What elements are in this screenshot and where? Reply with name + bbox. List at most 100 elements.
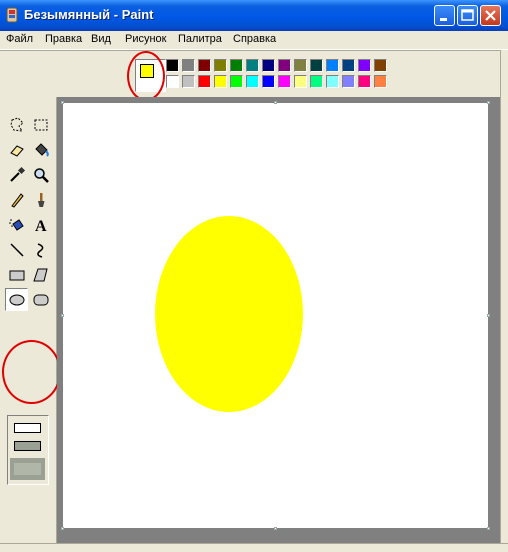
palette-swatch[interactable] bbox=[294, 75, 307, 88]
drawing-workspace bbox=[57, 97, 500, 543]
tool-select[interactable] bbox=[29, 113, 52, 136]
palette-swatch[interactable] bbox=[310, 75, 323, 88]
window-title: Безымянный - Paint bbox=[24, 7, 154, 22]
resize-handle[interactable] bbox=[487, 527, 490, 530]
eraser-icon bbox=[9, 144, 24, 157]
tool-pick-color[interactable] bbox=[5, 163, 28, 186]
palette-swatch[interactable] bbox=[358, 75, 371, 88]
tool-free-select[interactable] bbox=[5, 113, 28, 136]
palette-swatch[interactable] bbox=[198, 59, 211, 72]
tool-airbrush[interactable] bbox=[5, 213, 28, 236]
palette-swatch[interactable] bbox=[214, 75, 227, 88]
resize-handle[interactable] bbox=[487, 101, 490, 104]
fill-only-icon bbox=[14, 463, 41, 475]
palette-swatch[interactable] bbox=[310, 59, 323, 72]
window-right-edge bbox=[500, 50, 508, 543]
palette-swatch[interactable] bbox=[166, 75, 179, 88]
ellipse-icon bbox=[9, 294, 24, 305]
maximize-button[interactable] bbox=[457, 5, 478, 26]
option-outline-only[interactable] bbox=[13, 421, 42, 434]
minimize-icon bbox=[440, 18, 447, 21]
resize-handle[interactable] bbox=[61, 314, 64, 317]
outline-only-icon bbox=[14, 422, 41, 433]
tool-text[interactable]: A bbox=[29, 213, 52, 236]
paint-app-icon bbox=[6, 7, 18, 23]
menu-bar: Файл Правка Вид Рисунок Палитра Справка bbox=[0, 31, 508, 50]
curve-icon bbox=[36, 242, 43, 258]
palette-swatch[interactable] bbox=[358, 59, 371, 72]
resize-handle[interactable] bbox=[274, 101, 277, 104]
free-select-icon bbox=[9, 116, 24, 132]
tool-pencil[interactable] bbox=[5, 188, 28, 211]
drawing-canvas[interactable] bbox=[63, 103, 488, 528]
airbrush-icon bbox=[8, 218, 24, 231]
eyedropper-icon bbox=[9, 166, 25, 182]
palette-swatch[interactable] bbox=[326, 75, 339, 88]
fill-style-options bbox=[7, 415, 49, 485]
tool-curve[interactable] bbox=[29, 238, 52, 261]
polygon-icon bbox=[32, 268, 48, 281]
svg-text:A: A bbox=[35, 218, 47, 234]
minimize-button[interactable] bbox=[434, 5, 455, 26]
tool-fill[interactable] bbox=[29, 138, 52, 161]
option-fill-only[interactable] bbox=[10, 458, 45, 480]
menu-help[interactable]: Справка bbox=[233, 33, 276, 45]
palette-swatch[interactable] bbox=[214, 59, 227, 72]
tool-rectangle[interactable] bbox=[5, 263, 28, 286]
toolbox: A bbox=[0, 97, 57, 543]
palette-swatch[interactable] bbox=[246, 59, 259, 72]
palette-swatch[interactable] bbox=[230, 59, 243, 72]
option-outline-and-fill[interactable] bbox=[13, 439, 42, 452]
palette-swatch[interactable] bbox=[278, 59, 291, 72]
resize-handle[interactable] bbox=[61, 527, 64, 530]
palette-swatch[interactable] bbox=[182, 59, 195, 72]
close-button[interactable] bbox=[480, 5, 501, 26]
menu-file[interactable]: Файл bbox=[6, 33, 33, 45]
line-icon bbox=[9, 242, 24, 257]
tool-rounded-rectangle[interactable] bbox=[29, 288, 52, 311]
palette-swatch[interactable] bbox=[326, 59, 339, 72]
tool-polygon[interactable] bbox=[29, 263, 52, 286]
palette-swatch[interactable] bbox=[278, 75, 291, 88]
tool-ellipse[interactable] bbox=[5, 288, 28, 311]
outline-fill-icon bbox=[14, 440, 41, 451]
title-bar[interactable]: Безымянный - Paint bbox=[0, 0, 508, 31]
palette-swatch[interactable] bbox=[182, 75, 195, 88]
palette-swatch[interactable] bbox=[342, 59, 355, 72]
palette-swatch[interactable] bbox=[230, 75, 243, 88]
tool-brush[interactable] bbox=[29, 188, 52, 211]
menu-colors[interactable]: Палитра bbox=[178, 33, 222, 45]
palette-swatch[interactable] bbox=[198, 75, 211, 88]
palette-swatch[interactable] bbox=[246, 75, 259, 88]
current-colors[interactable] bbox=[135, 59, 166, 92]
menu-image[interactable]: Рисунок bbox=[125, 33, 167, 45]
rounded-rectangle-icon bbox=[33, 294, 48, 305]
menu-view[interactable]: Вид bbox=[91, 33, 111, 45]
color-palette-bar bbox=[0, 50, 500, 98]
palette-swatch[interactable] bbox=[374, 75, 387, 88]
fill-bucket-icon bbox=[34, 142, 49, 157]
resize-handle[interactable] bbox=[61, 101, 64, 104]
pencil-icon bbox=[10, 192, 24, 208]
canvas-drawing bbox=[155, 216, 303, 412]
resize-handle[interactable] bbox=[274, 527, 277, 530]
palette-swatch[interactable] bbox=[342, 75, 355, 88]
tool-magnifier[interactable] bbox=[29, 163, 52, 186]
palette-swatch[interactable] bbox=[166, 59, 179, 72]
select-icon bbox=[34, 119, 47, 130]
yellow-ellipse bbox=[155, 216, 303, 412]
text-icon: A bbox=[35, 218, 47, 234]
close-icon bbox=[485, 10, 496, 21]
brush-icon bbox=[37, 192, 44, 207]
resize-handle[interactable] bbox=[487, 314, 490, 317]
palette-swatch[interactable] bbox=[374, 59, 387, 72]
foreground-color-swatch bbox=[140, 64, 154, 78]
tool-eraser[interactable] bbox=[5, 138, 28, 161]
maximize-icon bbox=[461, 9, 474, 21]
menu-edit[interactable]: Правка bbox=[45, 33, 82, 45]
tool-line[interactable] bbox=[5, 238, 28, 261]
palette-swatch[interactable] bbox=[294, 59, 307, 72]
palette-swatch[interactable] bbox=[262, 59, 275, 72]
rectangle-icon bbox=[9, 270, 24, 280]
palette-swatch[interactable] bbox=[262, 75, 275, 88]
